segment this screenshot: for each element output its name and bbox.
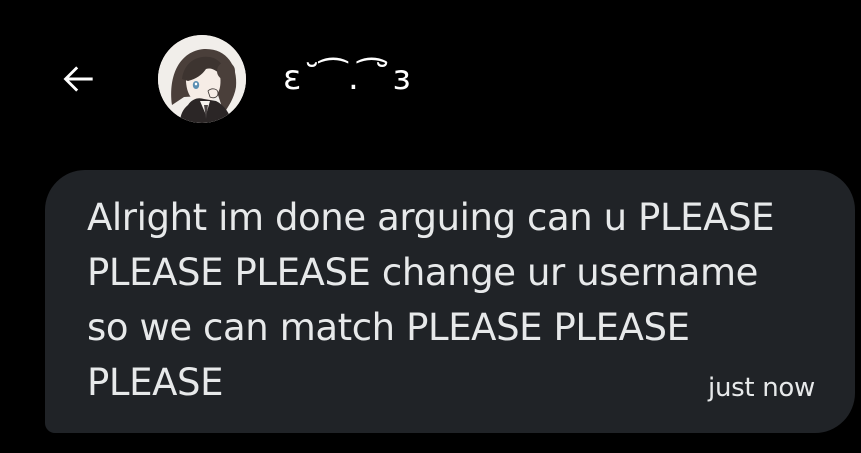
arrow-left-icon (63, 66, 93, 92)
message-timestamp: just now (708, 373, 815, 403)
anime-avatar-icon (158, 35, 246, 123)
message-bubble[interactable]: Alright im done arguing can u PLEASE PLE… (45, 170, 855, 433)
display-name[interactable]: ɛ˘ ͡ . ͡˘ɜ (283, 56, 413, 100)
back-button[interactable] (50, 55, 106, 103)
conversation-header: ɛ˘ ͡ . ͡˘ɜ (0, 0, 861, 150)
avatar[interactable] (158, 35, 246, 123)
